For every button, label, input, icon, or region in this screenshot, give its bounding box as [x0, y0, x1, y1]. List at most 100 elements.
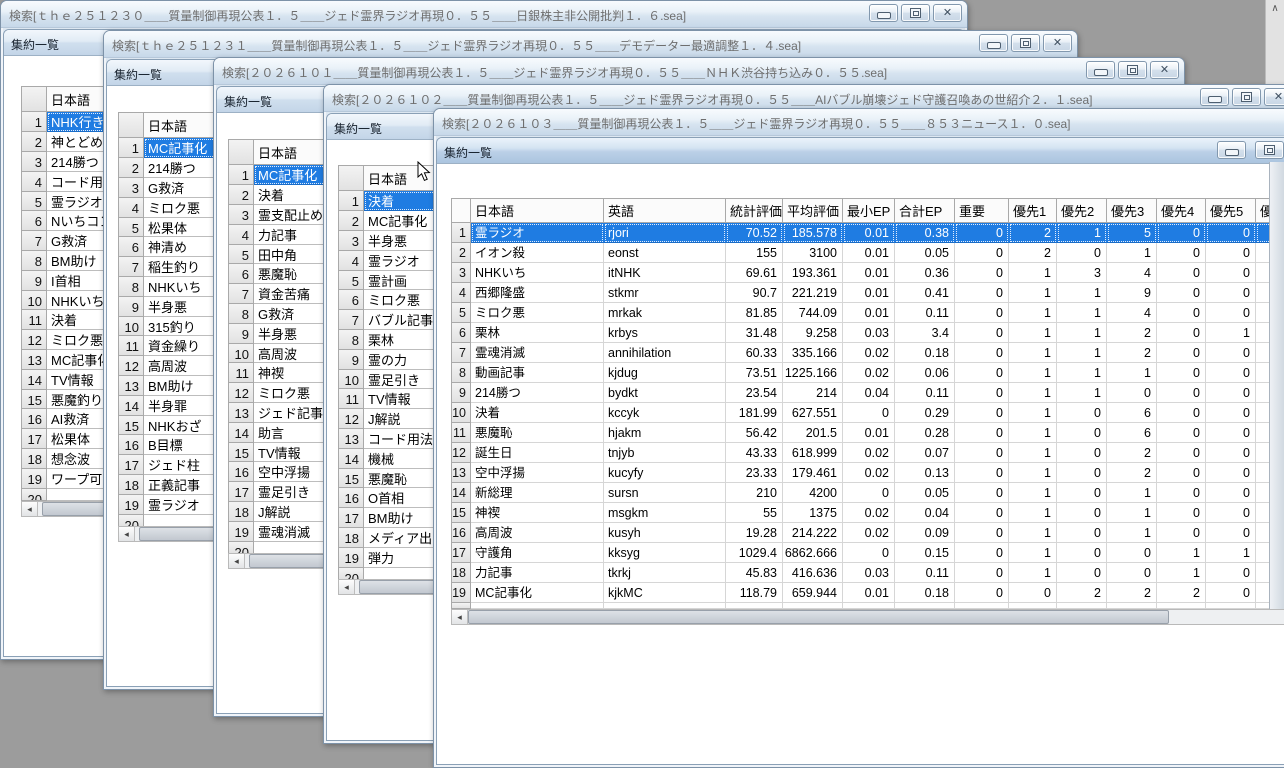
table-row[interactable]: 3 NHKいち itNHK 69.61 193.361 0.01 0.36 0 1 3 4 0 0	[451, 263, 1284, 283]
restore-button[interactable]	[901, 4, 930, 22]
cell: 23.54	[726, 383, 783, 403]
window-controls: ✕	[1200, 88, 1284, 106]
column-header-5[interactable]: 最小EP	[843, 198, 895, 223]
cell: 1	[1009, 263, 1057, 283]
cell: 0	[1057, 503, 1107, 523]
row-number: 13	[118, 375, 144, 396]
restore-button[interactable]	[1011, 34, 1040, 52]
cell: 214	[783, 383, 843, 403]
table-row[interactable]: 11 悪魔恥 hjakm 56.42 201.5 0.01 0.28 0 1 0 6 0 0	[451, 423, 1284, 443]
cell: 0	[1206, 263, 1256, 283]
cell: tkrkj	[604, 563, 726, 583]
cell: 2	[1107, 343, 1157, 363]
cell: 0	[955, 443, 1009, 463]
table-row[interactable]: 6 栗林 krbys 31.48 9.258 0.03 3.4 0 1 1 2 0 1	[451, 323, 1284, 343]
cell: 0	[955, 563, 1009, 583]
close-button[interactable]: ✕	[933, 4, 962, 22]
restore-button[interactable]	[1232, 88, 1261, 106]
cell: 1	[1009, 483, 1057, 503]
row-number: 17	[451, 543, 471, 563]
window-titlebar[interactable]: 検索[ｔｈｅ２５１２３０＿＿質量制御再現公表１．５＿＿ジェド霊界ラジオ再現０．５…	[1, 1, 967, 28]
table-row[interactable]: 13 空中浮揚 kucyfy 23.33 179.461 0.02 0.13 0 1 0 2 0 0	[451, 463, 1284, 483]
row-number: 4	[118, 197, 144, 218]
scroll-left-button[interactable]: ◂	[229, 554, 245, 568]
row-number: 9	[338, 349, 364, 370]
row-number: 5	[21, 191, 47, 212]
cell: 5	[1107, 223, 1157, 243]
row-number: 1	[118, 138, 144, 159]
column-header-11[interactable]: 優先4	[1157, 198, 1206, 223]
cell: 70.52	[726, 223, 783, 243]
child-window-titlebar[interactable]: 集約一覧 ✕	[437, 138, 1284, 164]
minimize-button[interactable]	[869, 4, 898, 22]
minimize-button[interactable]	[1200, 88, 1229, 106]
restore-button[interactable]	[1255, 141, 1284, 159]
cell: 0	[1206, 363, 1256, 383]
cell: 2	[1009, 223, 1057, 243]
column-header-7[interactable]: 重要	[955, 198, 1009, 223]
table-row[interactable]: 12 誕生日 tnjyb 43.33 618.999 0.02 0.07 0 1 0 2 0 0	[451, 443, 1284, 463]
background-scrollbar[interactable]: ∧	[1265, 0, 1284, 84]
column-header-1[interactable]: 日本語	[471, 198, 604, 223]
column-header-6[interactable]: 合計EP	[895, 198, 955, 223]
table-row[interactable]: 4 西郷隆盛 stkmr 90.7 221.219 0.01 0.41 0 1 1 9 0 0	[451, 283, 1284, 303]
restore-icon	[910, 8, 921, 18]
minimize-icon	[876, 12, 891, 19]
scroll-left-button[interactable]: ◂	[119, 527, 135, 541]
restore-button[interactable]	[1118, 61, 1147, 79]
minimize-button[interactable]	[1217, 141, 1246, 159]
cell: 霊魂消滅	[471, 343, 604, 363]
row-number: 4	[21, 171, 47, 192]
cell: 0	[1206, 463, 1256, 483]
row-number: 20	[228, 541, 254, 554]
column-header-9[interactable]: 優先2	[1057, 198, 1107, 223]
scroll-left-button[interactable]: ◂	[452, 610, 468, 624]
cell: 181.99	[726, 403, 783, 423]
column-header-10[interactable]: 優先3	[1107, 198, 1157, 223]
cell: 0	[955, 503, 1009, 523]
table-row[interactable]: 1 霊ラジオ rjori 70.52 185.578 0.01 0.38 0 2 1 5 0 0	[451, 223, 1284, 243]
table-row[interactable]: 8 動画記事 kjdug 73.51 1225.166 0.02 0.06 0 1 1 1 0 0	[451, 363, 1284, 383]
close-button[interactable]: ✕	[1150, 61, 1179, 79]
minimize-button[interactable]	[1086, 61, 1115, 79]
horizontal-scrollbar[interactable]: ◂	[451, 609, 1284, 625]
column-header-12[interactable]: 優先5	[1206, 198, 1256, 223]
cell: 0.02	[843, 363, 895, 383]
scrollbar-thumb[interactable]	[468, 610, 1169, 624]
table-row[interactable]: 14 新総理 sursn 210 4200 0 0.05 0 1 0 1 0 0	[451, 483, 1284, 503]
table-row[interactable]: 9 214勝つ bydkt 23.54 214 0.04 0.11 0 1 1 0 0 0	[451, 383, 1284, 403]
minimize-button[interactable]	[979, 34, 1008, 52]
cell: 力記事	[471, 563, 604, 583]
column-header-3[interactable]: 統計評価	[726, 198, 783, 223]
table-row[interactable]: 2 イオン殺 eonst 155 3100 0.01 0.05 0 2 0 1 0 0	[451, 243, 1284, 263]
table-row[interactable]: 15 神禊 msgkm 55 1375 0.02 0.04 0 1 0 1 0 0	[451, 503, 1284, 523]
cell: 60.33	[726, 343, 783, 363]
table-row[interactable]: 7 霊魂消滅 annihilation 60.33 335.166 0.02 0.18 0 1 1…	[451, 343, 1284, 363]
table-row[interactable]: 19 MC記事化 kjkMC 118.79 659.944 0.01 0.18 0 0 2 2 2 0	[451, 583, 1284, 603]
close-button[interactable]: ✕	[1264, 88, 1284, 106]
scroll-left-button[interactable]: ◂	[339, 580, 355, 594]
vertical-scrollbar[interactable]	[1269, 162, 1284, 609]
column-header-8[interactable]: 優先1	[1009, 198, 1057, 223]
restore-icon	[1020, 38, 1031, 48]
cell: 0	[1157, 443, 1206, 463]
table-row[interactable]: 10 決着 kccyk 181.99 627.551 0 0.29 0 1 0 6 0 0	[451, 403, 1284, 423]
scroll-left-button[interactable]: ◂	[22, 502, 38, 516]
row-number: 2	[338, 211, 364, 231]
window-titlebar[interactable]: 検索[２０２６１０１＿＿質量制御再現公表１．５＿＿ジェド霊界ラジオ再現０．５５＿…	[214, 58, 1184, 85]
cell: 0.02	[843, 503, 895, 523]
table-row[interactable]: 5 ミロク悪 mrkak 81.85 744.09 0.01 0.11 0 1 1 4 0 0	[451, 303, 1284, 323]
column-header-4[interactable]: 平均評価	[783, 198, 843, 223]
cell: 0	[955, 323, 1009, 343]
window-titlebar[interactable]: 検索[ｔｈｅ２５１２３１＿＿質量制御再現公表１．５＿＿ジェド霊界ラジオ再現０．５…	[104, 31, 1077, 58]
table-row[interactable]: 16 高周波 kusyh 19.28 214.222 0.02 0.09 0 1 0 1 0 0	[451, 523, 1284, 543]
cell: 0	[955, 463, 1009, 483]
table-row[interactable]: 18 力記事 tkrkj 45.83 416.636 0.03 0.11 0 1 0 0 1 0	[451, 563, 1284, 583]
column-header-2[interactable]: 英語	[604, 198, 726, 223]
close-button[interactable]: ✕	[1043, 34, 1072, 52]
window-titlebar[interactable]: 検索[２０２６１０３＿＿質量制御再現公表１．５＿＿ジェド霊界ラジオ再現０．５５＿…	[434, 109, 1284, 136]
table-row[interactable]: 17 守護角 kksyg 1029.4 6862.666 0 0.15 0 1 0 0 1 1	[451, 543, 1284, 563]
cell: 1375	[783, 503, 843, 523]
row-number: 14	[338, 448, 364, 469]
cell: 決着	[471, 403, 604, 423]
